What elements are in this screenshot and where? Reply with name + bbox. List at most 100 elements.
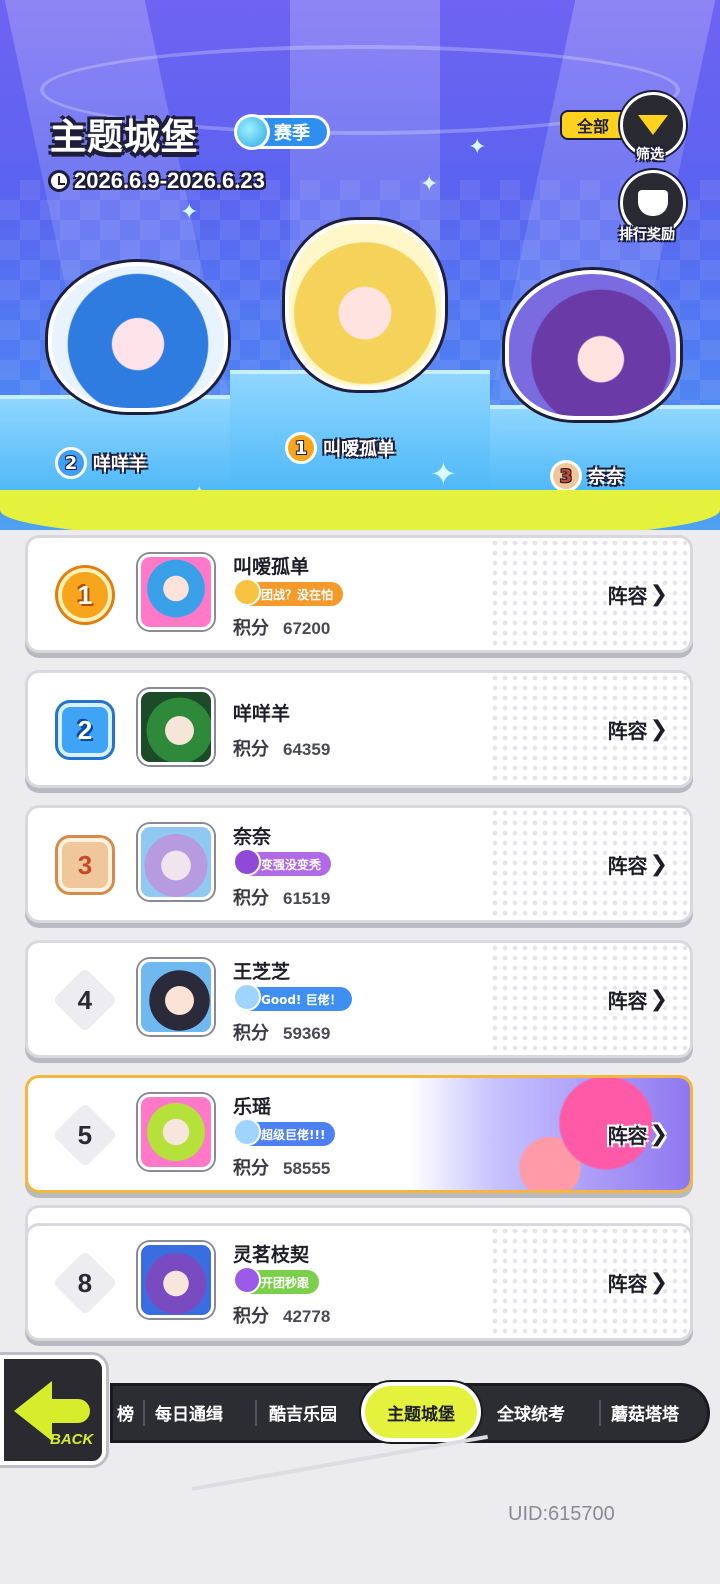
background-scribble xyxy=(191,1434,509,1584)
score-row: 积分 59369 xyxy=(233,1019,330,1045)
season-label: 赛季 xyxy=(274,123,310,144)
season-date-range: 2026.6.9-2026.6.23 xyxy=(48,166,265,196)
score-label: 积分 xyxy=(233,1158,269,1179)
back-label: BACK xyxy=(50,1431,94,1448)
chevron-right-icon: ❯ xyxy=(649,1270,668,1295)
player-name: 咩咩羊 xyxy=(233,703,291,725)
leaderboard-row[interactable]: 4 王芝芝 Good! 巨佬！ 积分 59369 阵容 ❯ xyxy=(25,940,693,1058)
date-range-text: 2026.6.9-2026.6.23 xyxy=(74,168,265,193)
score-row: 积分 67200 xyxy=(233,614,330,640)
filter-button-label: 筛选 xyxy=(636,147,664,163)
score-row: 积分 64359 xyxy=(233,735,330,761)
podium-label-1: 1 叫嗳孤单 xyxy=(285,432,395,464)
running-icon xyxy=(233,1266,261,1294)
player-name: 叫嗳孤单 xyxy=(233,556,310,578)
chevron-right-icon: ❯ xyxy=(649,852,668,877)
podium-label-3: 3 奈奈 xyxy=(550,460,624,492)
clock-icon xyxy=(48,170,70,192)
avatar[interactable] xyxy=(138,689,214,765)
rank-3-icon: 3 xyxy=(550,460,582,492)
title-tag: 超级巨佬!!! xyxy=(233,1118,336,1146)
leaderboard-row[interactable]: 3 奈奈 变强没变秃 积分 61519 阵容 ❯ xyxy=(25,805,693,923)
lineup-button[interactable]: 阵容 ❯ xyxy=(608,715,668,744)
lineup-button[interactable]: 阵容 ❯ xyxy=(608,850,668,879)
tab-divider xyxy=(143,1400,145,1426)
avatar[interactable] xyxy=(138,1242,214,1318)
avatar[interactable] xyxy=(138,554,214,630)
lineup-button[interactable]: 阵容 ❯ xyxy=(608,985,668,1014)
rank-number: 5 xyxy=(52,1102,118,1168)
thumbs-up-icon xyxy=(233,983,261,1011)
player-name: 奈奈 xyxy=(233,826,272,848)
rank-1-icon: 1 xyxy=(285,432,317,464)
chevron-right-icon: ❯ xyxy=(649,987,668,1012)
chevron-right-icon: ❯ xyxy=(649,1122,668,1147)
tab-divider xyxy=(255,1400,257,1426)
tab-daily-wanted[interactable]: 每日通缉 xyxy=(155,1400,223,1425)
leaderboard-row[interactable]: 1 叫嗳孤单 团战？没在怕 积分 67200 阵容 ❯ xyxy=(25,535,693,653)
lineup-button[interactable]: 阵容 ❯ xyxy=(608,1120,668,1149)
score-row: 积分 58555 xyxy=(233,1154,330,1180)
podium-character-3[interactable] xyxy=(505,270,680,420)
tab-divider xyxy=(599,1400,601,1426)
tab-kuji-park[interactable]: 酷吉乐园 xyxy=(269,1400,337,1425)
avatar[interactable] xyxy=(138,1094,214,1170)
score-value: 61519 xyxy=(283,889,331,908)
title-tag: 开团秒跟 xyxy=(233,1266,320,1294)
leaderboard-row-self[interactable]: 5 乐瑶 超级巨佬!!! 积分 58555 阵容 ❯ xyxy=(25,1075,693,1193)
bottom-tab-bar: 榜 每日通缉 酷吉乐园 主题城堡 全球统考 蘑菇塔塔 xyxy=(110,1382,710,1443)
score-value: 42778 xyxy=(283,1307,331,1326)
chevron-right-icon: ❯ xyxy=(649,582,668,607)
podium-player-name: 叫嗳孤单 xyxy=(323,439,395,460)
tab-global-exam[interactable]: 全球统考 xyxy=(497,1400,565,1425)
score-row: 积分 61519 xyxy=(233,884,330,910)
back-button[interactable]: BACK xyxy=(0,1355,106,1465)
thumbs-up-icon xyxy=(233,1118,261,1146)
page-title: 主题城堡 xyxy=(50,116,199,157)
title-tag: 变强没变秃 xyxy=(233,848,332,876)
lineup-button[interactable]: 阵容 ❯ xyxy=(608,580,668,609)
season-badge: 赛季 xyxy=(234,114,330,150)
player-name: 王芝芝 xyxy=(233,961,291,983)
avatar[interactable] xyxy=(138,824,214,900)
leaderboard-row-pinned[interactable]: 8 灵茗枝契 开团秒跟 积分 42778 阵容 ❯ xyxy=(25,1223,693,1341)
score-label: 积分 xyxy=(233,618,269,639)
podium-player-name: 奈奈 xyxy=(588,467,624,488)
rank-number: 4 xyxy=(52,967,118,1033)
podium-player-name: 咩咩羊 xyxy=(93,454,147,475)
score-label: 积分 xyxy=(233,1023,269,1044)
trophy-icon xyxy=(638,190,668,216)
score-label: 积分 xyxy=(233,888,269,909)
podium-character-1[interactable] xyxy=(285,220,445,390)
rank-silver-icon: 2 xyxy=(58,703,112,757)
podium-character-2[interactable] xyxy=(48,262,228,412)
chevron-right-icon: ❯ xyxy=(649,717,668,742)
avatar[interactable] xyxy=(138,959,214,1035)
sparkle-icon: ✦ xyxy=(180,200,199,225)
rank-gold-icon: 1 xyxy=(58,568,112,622)
player-name: 灵茗枝契 xyxy=(233,1244,310,1266)
score-value: 58555 xyxy=(283,1159,331,1178)
tab-theme-castle[interactable]: 主题城堡 xyxy=(361,1382,481,1442)
rank-bronze-icon: 3 xyxy=(58,838,112,892)
globe-icon xyxy=(234,114,270,150)
score-value: 64359 xyxy=(283,740,331,759)
title-tag: Good! 巨佬！ xyxy=(233,983,352,1011)
score-label: 积分 xyxy=(233,739,269,760)
score-value: 59369 xyxy=(283,1024,331,1043)
score-row: 积分 42778 xyxy=(233,1302,330,1328)
tab-leaderboard-partial[interactable]: 榜 xyxy=(117,1400,134,1425)
title-tag-icon xyxy=(233,848,261,876)
lineup-button[interactable]: 阵容 ❯ xyxy=(608,1268,668,1297)
slime-divider xyxy=(0,490,720,530)
title-tag: 团战？没在怕 xyxy=(233,578,344,606)
leaderboard-row[interactable]: 2 咩咩羊 积分 64359 阵容 ❯ xyxy=(25,670,693,788)
rank-2-icon: 2 xyxy=(55,447,87,479)
player-name: 乐瑶 xyxy=(233,1096,272,1118)
back-arrow-icon xyxy=(14,1381,90,1441)
season-banner: ✦ ✦ ✦ ✦ ✦ 2 咩咩羊 1 叫嗳孤单 3 奈奈 xyxy=(0,0,720,530)
rank-number: 8 xyxy=(52,1250,118,1316)
reward-button-label: 排行奖励 xyxy=(619,227,675,243)
user-id: UID:615700 xyxy=(508,1503,615,1525)
tab-mushroom-tower[interactable]: 蘑菇塔塔 xyxy=(611,1400,679,1425)
